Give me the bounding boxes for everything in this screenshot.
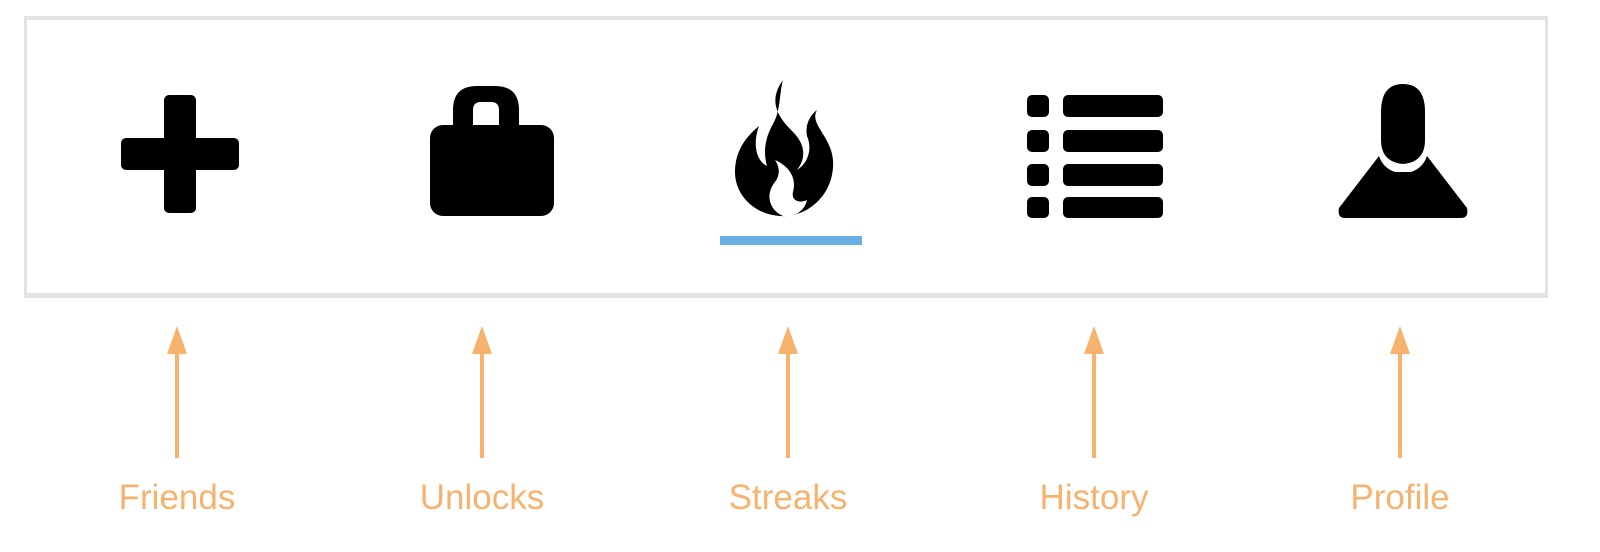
annotation-streaks: Streaks: [688, 326, 888, 526]
list-icon: [1027, 80, 1167, 220]
tab-friends[interactable]: [89, 80, 269, 260]
tab-streaks[interactable]: [701, 80, 881, 260]
arrow-up-icon: [1390, 326, 1410, 458]
lock-icon: [415, 80, 555, 220]
arrow-up-icon: [1084, 326, 1104, 458]
arrow-up-icon: [472, 326, 492, 458]
arrow-up-icon: [778, 326, 798, 458]
tab-bar: [24, 16, 1548, 298]
active-tab-indicator: [720, 236, 862, 245]
person-icon: [1333, 80, 1473, 220]
annotation-history: History: [994, 326, 1194, 526]
annotation-label: Friends: [118, 478, 236, 517]
arrow-up-icon: [167, 326, 187, 458]
annotation-profile: Profile: [1300, 326, 1500, 526]
tab-history[interactable]: [1007, 80, 1187, 260]
plus-icon: [109, 80, 249, 220]
flame-icon: [721, 80, 861, 220]
annotation-label: Profile: [1350, 478, 1450, 517]
annotation-label: History: [1039, 478, 1149, 517]
tab-profile[interactable]: [1313, 80, 1493, 260]
annotation-unlocks: Unlocks: [382, 326, 582, 526]
annotation-friends: Friends: [77, 326, 277, 526]
annotation-label: Streaks: [728, 478, 848, 517]
tab-unlocks[interactable]: [395, 80, 575, 260]
annotation-label: Unlocks: [419, 478, 545, 517]
